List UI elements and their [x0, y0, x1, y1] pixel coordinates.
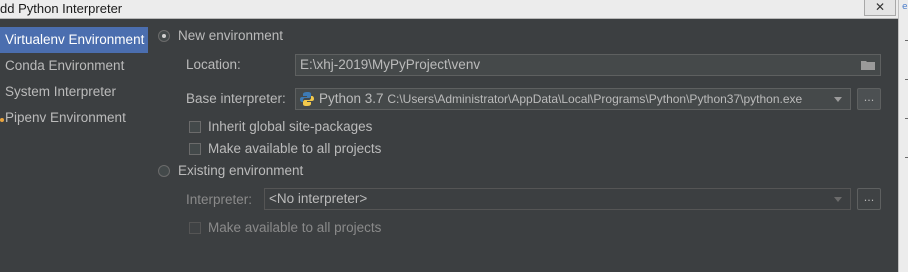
location-field[interactable]: E:\xhj-2019\MyPyProject\venv [295, 54, 881, 76]
browse-interpreter-button[interactable]: ... [857, 88, 881, 110]
inherit-site-packages-checkbox[interactable] [189, 121, 201, 133]
sidebar-item-label: Conda Environment [5, 58, 125, 73]
environment-type-list: Virtualenv Environment Conda Environment… [0, 19, 148, 272]
sidebar-item-label: System Interpreter [5, 84, 117, 99]
make-available-checkbox[interactable] [189, 143, 201, 155]
dialog-title: dd Python Interpreter [0, 1, 123, 16]
inherit-site-packages-label: Inherit global site-packages [208, 119, 373, 134]
pipenv-icon [0, 118, 4, 122]
chevron-down-icon [834, 197, 842, 202]
new-environment-radio[interactable] [158, 30, 170, 42]
browse-button-label: ... [863, 191, 875, 204]
interpreter-select[interactable]: <No interpreter> [264, 188, 851, 210]
chevron-down-icon [834, 97, 842, 102]
sidebar-item-system[interactable]: System Interpreter [0, 79, 148, 105]
base-interpreter-label: Base interpreter: [186, 91, 286, 106]
sidebar-item-conda[interactable]: Conda Environment [0, 53, 148, 79]
make-available-label: Make available to all projects [208, 141, 382, 156]
location-value: E:\xhj-2019\MyPyProject\venv [300, 57, 481, 72]
base-interpreter-name: Python 3.7 [319, 91, 384, 106]
sidebar-item-virtualenv[interactable]: Virtualenv Environment [0, 27, 148, 53]
sidebar-item-label: Pipenv Environment [5, 110, 126, 125]
interpreter-value: <No interpreter> [269, 191, 368, 206]
browse-existing-button[interactable]: ... [857, 188, 881, 210]
base-interpreter-select[interactable]: Python 3.7 C:\Users\Administrator\AppDat… [295, 88, 851, 110]
interpreter-label: Interpreter: [186, 192, 253, 207]
existing-environment-radio[interactable] [158, 165, 170, 177]
make-available-existing-label: Make available to all projects [208, 220, 382, 235]
make-available-existing-checkbox[interactable] [189, 222, 201, 234]
sidebar-item-pipenv[interactable]: Pipenv Environment [0, 105, 148, 131]
dialog-title-bar: dd Python Interpreter ✕ [0, 0, 908, 19]
location-label: Location: [186, 57, 241, 72]
base-interpreter-path: C:\Users\Administrator\AppData\Local\Pro… [387, 92, 803, 106]
existing-environment-label: Existing environment [178, 163, 304, 178]
folder-icon[interactable] [861, 60, 875, 70]
browse-button-label: ... [863, 91, 875, 104]
sidebar-item-label: Virtualenv Environment [5, 32, 145, 47]
python-icon [300, 92, 314, 106]
close-button[interactable]: ✕ [864, 0, 896, 16]
close-icon: ✕ [874, 0, 886, 14]
background-window-icon: e [902, 2, 908, 12]
new-environment-label: New environment [178, 28, 284, 43]
